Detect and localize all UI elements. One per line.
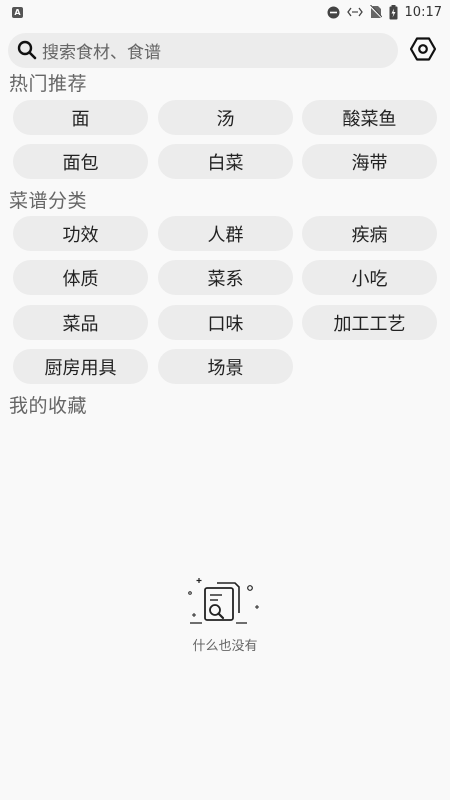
battery-charging-icon bbox=[389, 4, 398, 19]
search-input[interactable]: 搜索食材、食谱 bbox=[8, 32, 398, 68]
no-sim-icon bbox=[369, 5, 382, 19]
settings-button[interactable] bbox=[408, 34, 438, 64]
category-chip[interactable]: 厨房用具 bbox=[13, 349, 148, 384]
settings-icon bbox=[410, 37, 436, 61]
data-transfer-icon bbox=[346, 7, 363, 17]
category-chip[interactable]: 场景 bbox=[158, 349, 293, 384]
search-row: 搜索食材、食谱 bbox=[8, 32, 444, 68]
hot-chip[interactable]: 海带 bbox=[302, 144, 437, 179]
hot-chip[interactable]: 汤 bbox=[158, 100, 293, 135]
section-title-hot: 热门推荐 bbox=[9, 73, 88, 95]
section-title-categories: 菜谱分类 bbox=[9, 190, 88, 212]
category-chip[interactable]: 加工工艺 bbox=[302, 305, 437, 340]
status-bar: A 10:17 bbox=[0, 0, 450, 24]
section-title-favorites: 我的收藏 bbox=[9, 395, 88, 417]
category-chip[interactable]: 疾病 bbox=[302, 216, 437, 251]
hot-chip[interactable]: 酸菜鱼 bbox=[302, 100, 437, 135]
hot-chip[interactable]: 白菜 bbox=[158, 144, 293, 179]
category-chip[interactable]: 人群 bbox=[158, 216, 293, 251]
category-chip[interactable]: 口味 bbox=[158, 305, 293, 340]
search-icon bbox=[17, 40, 37, 60]
category-chip[interactable]: 体质 bbox=[13, 260, 148, 295]
category-chip[interactable]: 菜品 bbox=[13, 305, 148, 340]
app-notification-icon: A bbox=[12, 6, 23, 18]
empty-state-text: 什么也没有 bbox=[192, 639, 258, 654]
category-chip[interactable]: 功效 bbox=[13, 216, 148, 251]
category-chip[interactable]: 小吃 bbox=[302, 260, 437, 295]
category-chip[interactable]: 菜系 bbox=[158, 260, 293, 295]
favorites-empty-state: 什么也没有 bbox=[0, 575, 450, 654]
search-placeholder: 搜索食材、食谱 bbox=[42, 42, 161, 63]
status-time: 10:17 bbox=[404, 4, 442, 20]
empty-document-search-icon bbox=[188, 578, 259, 624]
do-not-disturb-icon bbox=[327, 6, 340, 18]
hot-chip[interactable]: 面 bbox=[13, 100, 148, 135]
hot-chip[interactable]: 面包 bbox=[13, 144, 148, 179]
